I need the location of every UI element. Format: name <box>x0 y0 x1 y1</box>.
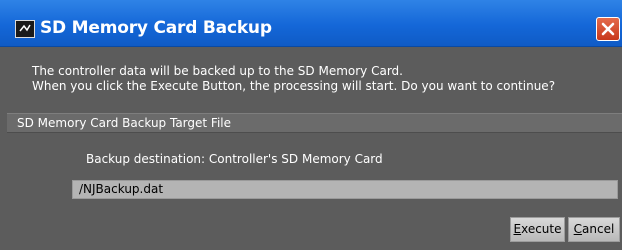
sd-card-app-icon <box>15 20 35 38</box>
backup-dialog: SD Memory Card Backup The controller dat… <box>0 0 622 250</box>
execute-button-label: Execute <box>513 222 562 236</box>
cancel-button[interactable]: Cancel <box>568 217 620 242</box>
title-bar[interactable]: SD Memory Card Backup <box>0 0 622 47</box>
cancel-button-label: Cancel <box>573 222 615 236</box>
backup-file-path-field[interactable]: /NJBackup.dat <box>72 180 618 199</box>
target-file-section-header: SD Memory Card Backup Target File <box>7 113 622 133</box>
execute-button[interactable]: Execute <box>510 217 565 242</box>
close-icon <box>601 22 615 36</box>
message-line-2: When you click the Execute Button, the p… <box>32 79 556 93</box>
dialog-title: SD Memory Card Backup <box>40 18 272 38</box>
section-title: SD Memory Card Backup Target File <box>17 116 231 130</box>
message-line-1: The controller data will be backed up to… <box>32 64 403 78</box>
confirmation-message: The controller data will be backed up to… <box>32 64 555 94</box>
close-button[interactable] <box>596 17 620 41</box>
backup-destination-label: Backup destination: Controller's SD Memo… <box>86 152 383 166</box>
